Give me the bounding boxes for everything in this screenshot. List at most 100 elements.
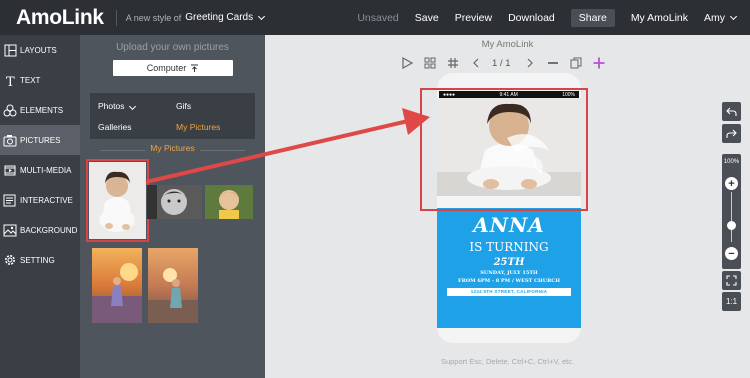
hash-grid-icon[interactable] [446, 56, 460, 70]
grid-view-icon[interactable] [423, 56, 437, 70]
source-galleries[interactable]: Galleries [98, 122, 132, 132]
source-photos-label: Photos [98, 101, 125, 111]
my-amolink-link[interactable]: My AmoLink [631, 12, 688, 24]
girl-green-photo-image [205, 185, 253, 219]
undo-icon [726, 107, 737, 116]
sidebar-item-label: ELEMENTS [20, 105, 64, 115]
my-pictures-label: My Pictures [150, 143, 195, 153]
prev-page-icon[interactable] [469, 56, 483, 70]
boy-bw-photo-image [147, 185, 202, 219]
chevron-down-icon [258, 12, 266, 20]
fit-screen-button[interactable] [722, 271, 741, 290]
media-icon [3, 163, 17, 177]
share-button[interactable]: Share [570, 8, 615, 27]
upload-title: Upload your own pictures [116, 42, 229, 53]
canvas-title: My AmoLink [481, 39, 534, 50]
picture-thumb-baby-1[interactable] [86, 159, 149, 242]
keyboard-hint: Support Esc, Delete, Ctrl+C, Ctrl+V, etc… [440, 357, 575, 366]
interactive-icon [3, 193, 17, 207]
sidebar-item-multi-media[interactable]: MULTI-MEDIA [0, 155, 80, 185]
next-page-icon[interactable] [523, 56, 537, 70]
picture-thumb-boy-bw[interactable] [147, 185, 202, 219]
top-nav: Unsaved Save Preview Download Share My A… [349, 0, 750, 35]
zoom-slider-handle[interactable] [727, 221, 736, 230]
zoom-out-button[interactable]: − [725, 247, 738, 260]
sidebar-item-setting[interactable]: SETTING [0, 245, 80, 275]
baby-photo-image [89, 162, 146, 239]
picture-thumb-girl-green[interactable] [205, 185, 253, 219]
girl-sunset-photo-image [148, 248, 198, 323]
sidebar-item-background[interactable]: BACKGROUND [0, 215, 80, 245]
sidebar-item-label: MULTI-MEDIA [20, 165, 72, 175]
camera-icon [3, 133, 17, 147]
unsaved-status: Unsaved [357, 11, 399, 24]
phone-battery: 100% [562, 91, 575, 98]
phone-status-bar: ●●●● 9:41 AM 100% [439, 91, 579, 98]
redo-icon [726, 129, 737, 138]
divider [200, 150, 245, 151]
baby-photo-image [437, 98, 581, 196]
source-my-pictures[interactable]: My Pictures [176, 122, 220, 132]
invitation-card[interactable]: ANNA IS TURNING 25TH SUNDAY, JULY 15TH F… [437, 208, 581, 328]
upload-icon [190, 64, 199, 73]
pictures-panel: Upload your own pictures Computer Photos… [80, 35, 265, 378]
card-photo[interactable] [437, 98, 581, 196]
expand-icon [726, 275, 737, 286]
chevron-down-icon [729, 12, 738, 20]
duplicate-page-icon[interactable] [569, 56, 583, 70]
sidebar-item-text[interactable]: T TEXT [0, 65, 80, 95]
signal-icon: ●●●● [443, 91, 456, 98]
zoom-control: 100% + − [722, 154, 741, 269]
zoom-in-button[interactable]: + [725, 177, 738, 190]
computer-upload-button[interactable]: Computer [113, 60, 233, 76]
sidebar: LAYOUTS T TEXT ELEMENTS PICTURES MULTI-M… [0, 35, 80, 378]
canvas-toolbar: 1 / 1 [400, 55, 615, 71]
sidebar-item-elements[interactable]: ELEMENTS [0, 95, 80, 125]
text-icon: T [3, 73, 17, 87]
background-icon [3, 223, 17, 237]
style-dropdown[interactable]: Greeting Cards [185, 12, 266, 23]
sidebar-item-label: PICTURES [20, 135, 61, 145]
style-dropdown-value: Greeting Cards [185, 12, 254, 23]
phone-preview: ●●●● 9:41 AM 100% ANNA IS TURNING 25TH S [437, 73, 581, 343]
girl-field-photo-image [92, 248, 142, 323]
top-bar: AmoLink A new style of Greeting Cards Un… [0, 0, 750, 35]
gear-icon [3, 253, 17, 267]
card-address: 1234 5TH STREET, CALIFORNIA [447, 288, 571, 296]
source-gifs[interactable]: Gifs [176, 101, 191, 111]
logo[interactable]: AmoLink [16, 6, 104, 30]
add-page-icon[interactable] [592, 56, 606, 70]
sidebar-item-label: TEXT [20, 75, 41, 85]
redo-button[interactable] [722, 124, 741, 143]
page-indicator: 1 / 1 [492, 57, 511, 69]
svg-text:T: T [6, 75, 15, 87]
actual-size-button[interactable]: 1:1 [722, 292, 741, 311]
sidebar-item-label: BACKGROUND [20, 225, 78, 235]
undo-button[interactable] [722, 102, 741, 121]
picture-thumb-girl-field[interactable] [92, 248, 142, 323]
source-photos[interactable]: Photos [98, 101, 137, 111]
zoom-percent: 100% [723, 159, 740, 165]
card-time: FROM 6PM - 8 PM / WEST CHURCH [458, 278, 560, 284]
user-name: Amy [704, 11, 725, 24]
user-menu[interactable]: Amy [704, 11, 738, 24]
sidebar-item-interactive[interactable]: INTERACTIVE [0, 185, 80, 215]
save-button[interactable]: Save [415, 12, 439, 24]
preview-button[interactable]: Preview [455, 12, 492, 24]
zoom-track [731, 192, 732, 242]
sidebar-item-label: SETTING [20, 255, 55, 265]
remove-page-icon[interactable] [546, 56, 560, 70]
computer-upload-label: Computer [146, 63, 187, 73]
card-age: 25TH [493, 257, 525, 268]
play-icon[interactable] [400, 56, 414, 70]
chevron-down-icon [129, 102, 137, 111]
download-button[interactable]: Download [508, 12, 555, 24]
picture-thumb-girl-sunset[interactable] [148, 248, 198, 323]
card-date: SUNDAY, JULY 15TH [480, 270, 538, 276]
sidebar-item-layouts[interactable]: LAYOUTS [0, 35, 80, 65]
sidebar-item-pictures[interactable]: PICTURES [0, 125, 80, 155]
card-name: ANNA [473, 213, 545, 237]
sidebar-item-label: INTERACTIVE [20, 195, 73, 205]
picture-sources: Photos Gifs Galleries My Pictures [90, 93, 255, 139]
phone-time: 9:41 AM [499, 91, 518, 98]
